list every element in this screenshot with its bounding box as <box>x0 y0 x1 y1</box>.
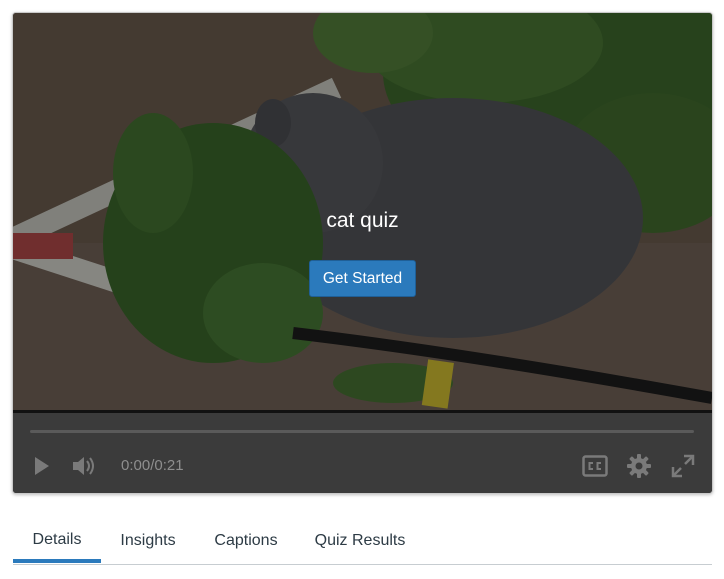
fullscreen-button[interactable] <box>670 453 696 479</box>
tab-captions[interactable]: Captions <box>205 521 287 561</box>
video-frame[interactable]: cat quiz Get Started <box>13 13 712 410</box>
play-icon <box>35 457 49 475</box>
quiz-title: cat quiz <box>326 209 399 232</box>
closed-captions-icon <box>582 455 608 477</box>
time-readout: 0:00/0:21 <box>121 457 184 474</box>
captions-button[interactable] <box>582 453 608 479</box>
fullscreen-icon <box>671 454 695 478</box>
tab-quiz-results[interactable]: Quiz Results <box>307 521 413 561</box>
settings-button[interactable] <box>626 453 652 479</box>
get-started-button[interactable]: Get Started <box>309 260 416 297</box>
tab-insights[interactable]: Insights <box>109 521 187 561</box>
volume-icon <box>73 457 94 475</box>
tab-details[interactable]: Details <box>13 521 101 563</box>
volume-button[interactable] <box>71 453 99 479</box>
gear-icon <box>627 454 651 478</box>
progress-bar[interactable] <box>30 430 694 433</box>
video-player: cat quiz Get Started 0:00/0:21 <box>12 12 713 494</box>
play-button[interactable] <box>31 453 53 479</box>
tab-bar: Details Insights Captions Quiz Results <box>13 522 712 565</box>
player-controls: 0:00/0:21 <box>13 413 712 493</box>
